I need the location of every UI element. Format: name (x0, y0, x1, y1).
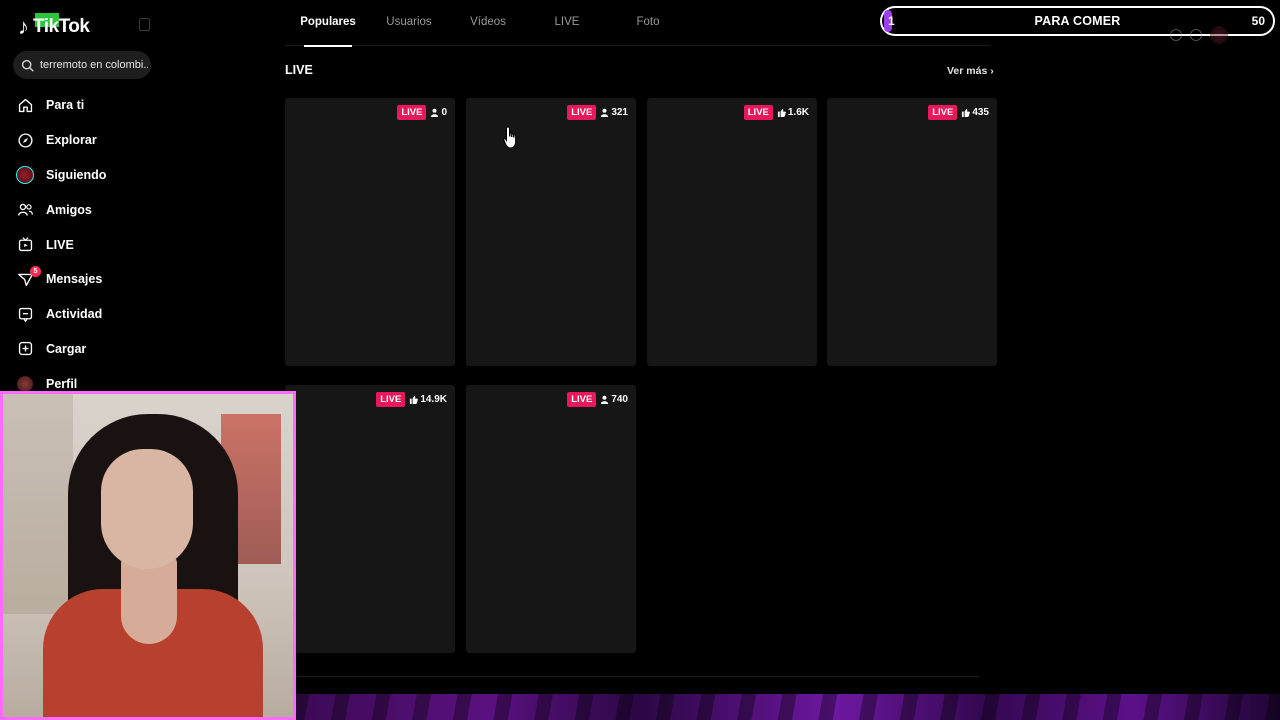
live-badge: LIVE (743, 105, 773, 120)
avatar (16, 165, 34, 184)
sidebar-item-label: Amigos (46, 202, 92, 217)
sidebar-item-label: Explorar (46, 133, 97, 148)
sidebar-item-label: LIVE (46, 237, 74, 252)
sidebar-item-label: Perfil (46, 376, 78, 391)
sidebar-item-label: Siguiendo (46, 167, 107, 182)
tiktok-note-icon: ♪ (18, 14, 29, 39)
like-count: 14.9K (420, 394, 447, 405)
live-card[interactable]: LIVE 321 (466, 98, 636, 366)
sidebar-item-actividad[interactable]: Actividad (16, 297, 196, 332)
sidebar-item-cargar[interactable]: Cargar (16, 332, 196, 367)
search-bar[interactable] (13, 51, 151, 79)
collapse-sidebar-icon[interactable] (139, 18, 150, 31)
like-icon (410, 395, 419, 404)
like-icon (962, 108, 971, 117)
activity-icon (16, 305, 34, 323)
device-icon[interactable] (1190, 29, 1202, 41)
top-right-icons (1170, 26, 1228, 44)
sidebar-item-mensajes[interactable]: 5 Mensajes (16, 262, 196, 297)
sidebar-item-label: Para ti (46, 98, 85, 113)
sidebar-nav: Para ti Explorar Siguiendo Amigos LIVE 5… (16, 88, 196, 401)
see-more-link[interactable]: Ver más › (947, 65, 994, 77)
sidebar-item-siguiendo[interactable]: Siguiendo (16, 158, 196, 193)
tab-live[interactable]: LIVE (551, 16, 583, 46)
sidebar-item-para-ti[interactable]: Para ti (16, 88, 196, 123)
page: ♪ TikTok Para ti Explorar Siguiendo (0, 0, 1280, 720)
like-count: 1.6K (787, 107, 809, 118)
coin-icon[interactable] (1170, 29, 1182, 41)
live-card[interactable]: LIVE 740 (466, 385, 636, 653)
live-badge: LIVE (567, 392, 597, 407)
live-badge: LIVE (376, 392, 406, 407)
goal-current: 1 (888, 14, 895, 28)
stream-overlay-strip (295, 694, 1280, 720)
avatar (17, 375, 33, 392)
sidebar-item-amigos[interactable]: Amigos (16, 192, 196, 227)
like-count: 435 (972, 107, 989, 118)
chevron-right-icon: › (990, 65, 994, 77)
viewer-count: 321 (611, 107, 628, 118)
live-card[interactable]: LIVE 1.6K (647, 98, 817, 366)
goal-target: 50 (1251, 14, 1265, 28)
tab-videos[interactable]: Vídeos (468, 16, 508, 46)
tab-populares[interactable]: Populares (300, 16, 356, 47)
viewer-count: 740 (611, 394, 628, 405)
tab-foto[interactable]: Foto (634, 16, 662, 46)
search-icon (21, 59, 34, 72)
sidebar-item-label: Actividad (46, 307, 103, 322)
avatar[interactable] (1210, 26, 1228, 44)
webcam-background (3, 394, 73, 614)
tiktok-logo[interactable]: ♪ TikTok (18, 13, 90, 40)
sidebar-item-live[interactable]: LIVE (16, 227, 196, 262)
sidebar-item-explorar[interactable]: Explorar (16, 123, 196, 158)
live-card[interactable]: LIVE 0 (285, 98, 455, 366)
viewer-count: 0 (441, 107, 447, 118)
like-icon (777, 108, 786, 117)
live-badge: LIVE (567, 105, 597, 120)
sidebar-item-label: Cargar (46, 341, 87, 356)
live-tv-icon (16, 236, 34, 254)
webcam-person-face (101, 449, 193, 569)
sidebar-item-label: Mensajes (46, 272, 103, 287)
search-input[interactable] (40, 59, 148, 71)
live-badge: LIVE (397, 105, 427, 120)
webcam-overlay (0, 391, 296, 720)
person-icon (601, 108, 609, 117)
section-title: LIVE (285, 63, 313, 77)
hand-cursor-icon (503, 126, 517, 149)
live-card[interactable]: LIVE 435 (827, 98, 997, 366)
person-icon (601, 395, 609, 404)
live-card[interactable]: LIVE 14.9K (285, 385, 455, 653)
friends-icon (16, 201, 34, 219)
home-icon (16, 96, 34, 114)
compass-icon (16, 131, 34, 149)
live-badge: LIVE (928, 105, 958, 120)
upload-icon (16, 340, 34, 358)
logo-text: TikTok (33, 16, 90, 37)
unread-badge: 5 (30, 265, 41, 277)
person-icon (431, 108, 439, 117)
tab-usuarios[interactable]: Usuarios (385, 16, 433, 46)
divider (297, 676, 980, 677)
